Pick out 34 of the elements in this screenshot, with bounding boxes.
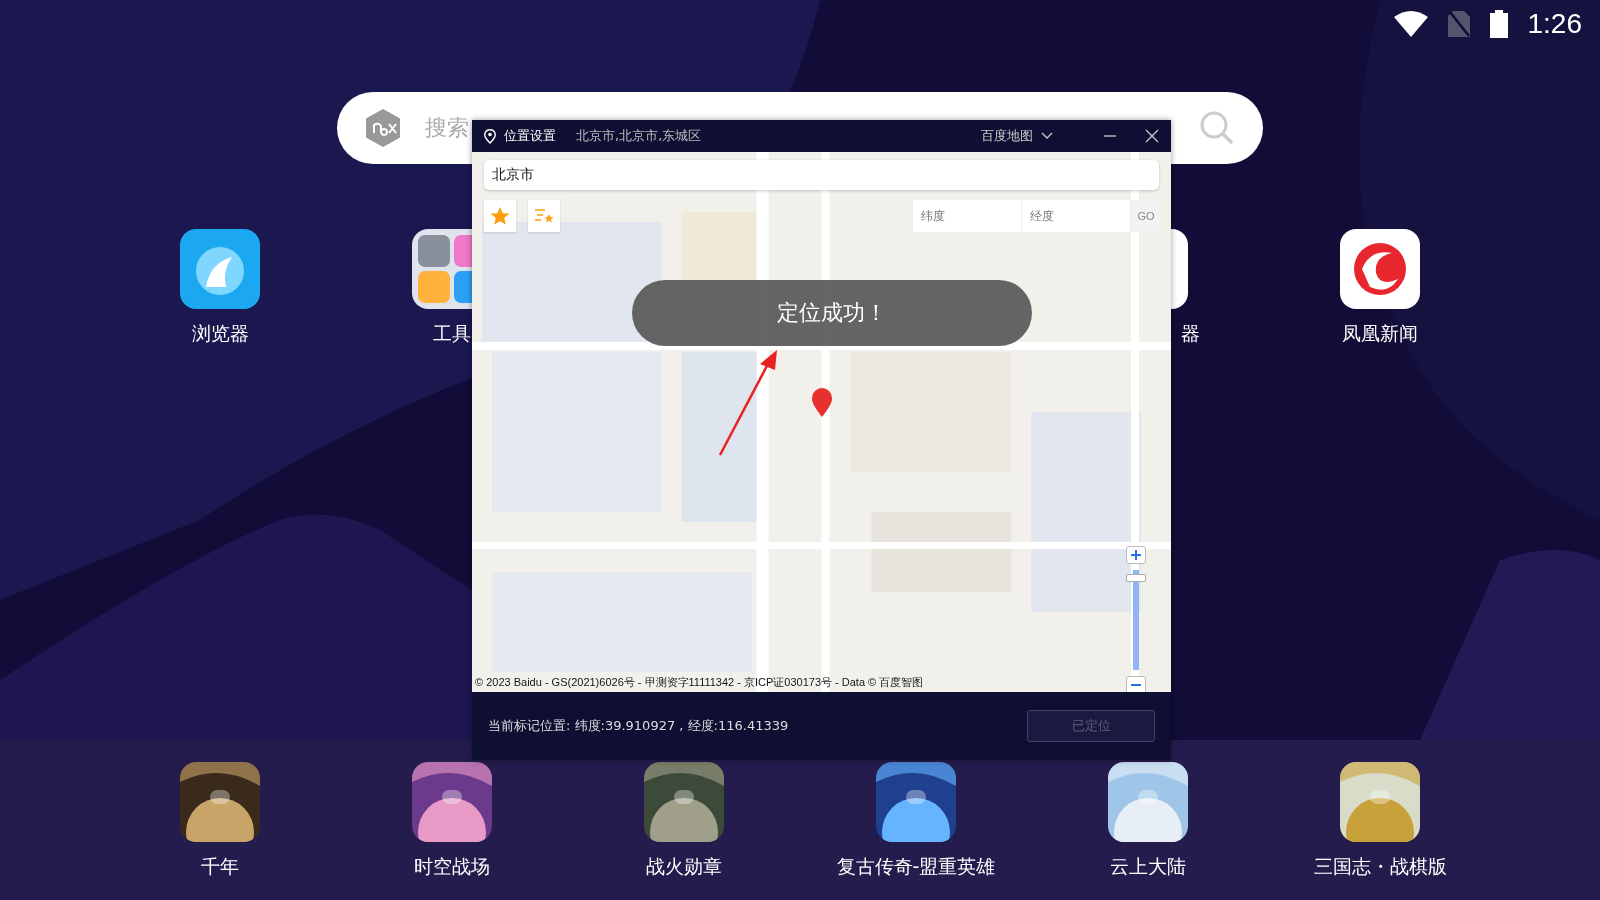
wifi-icon bbox=[1393, 11, 1428, 37]
latitude-field[interactable]: 纬度 bbox=[913, 200, 1022, 232]
app-label: 凤凰新闻 bbox=[1342, 321, 1418, 346]
hexagon-logo-icon bbox=[365, 109, 401, 147]
close-icon[interactable] bbox=[1145, 129, 1159, 143]
zoom-out-button[interactable] bbox=[1126, 676, 1146, 692]
app-label: 战火勋章 bbox=[646, 854, 722, 879]
app-icon[interactable] bbox=[180, 229, 260, 309]
app-label: 复古传奇-盟重英雄 bbox=[836, 854, 996, 879]
plus-icon bbox=[1131, 550, 1141, 560]
position-text: 当前标记位置: 纬度:39.910927 , 经度:116.41339 bbox=[488, 717, 789, 735]
app-label: 三国志・战棋版 bbox=[1313, 854, 1447, 879]
star-list-icon bbox=[534, 207, 554, 225]
app-label: 云上大陆 bbox=[1110, 854, 1186, 879]
map-source-dropdown[interactable]: 百度地图 bbox=[981, 127, 1053, 145]
app-label: 时空战场 bbox=[414, 854, 490, 879]
map-marker-icon bbox=[811, 388, 833, 418]
app-label: 浏览器 bbox=[191, 321, 249, 346]
copyright-text: © 2023 Baidu - GS(2021)6026号 - 甲测资字11111342 - 京ICP证030173号 - Data © 百度智图 bbox=[475, 675, 924, 690]
zoom-in-button[interactable] bbox=[1126, 546, 1146, 564]
app-label: 千年 bbox=[201, 854, 239, 879]
slider-thumb[interactable] bbox=[1126, 573, 1146, 582]
location-pin-icon bbox=[484, 128, 496, 144]
app-label: 工具 bbox=[433, 321, 471, 346]
star-icon bbox=[490, 206, 510, 226]
window-title: 位置设置 bbox=[504, 127, 556, 145]
app-label: 器 bbox=[1180, 321, 1200, 346]
longitude-field[interactable]: 经度 bbox=[1022, 200, 1131, 232]
chevron-down-icon bbox=[1041, 132, 1053, 140]
search-field[interactable]: 北京市 bbox=[484, 160, 1159, 190]
phoenix-swirl-icon[interactable] bbox=[1340, 229, 1420, 309]
toast-message: 定位成功！ bbox=[632, 280, 1032, 346]
clock-time: 1:26 bbox=[1527, 8, 1582, 40]
address-text: 北京市,北京市,东城区 bbox=[576, 127, 702, 145]
